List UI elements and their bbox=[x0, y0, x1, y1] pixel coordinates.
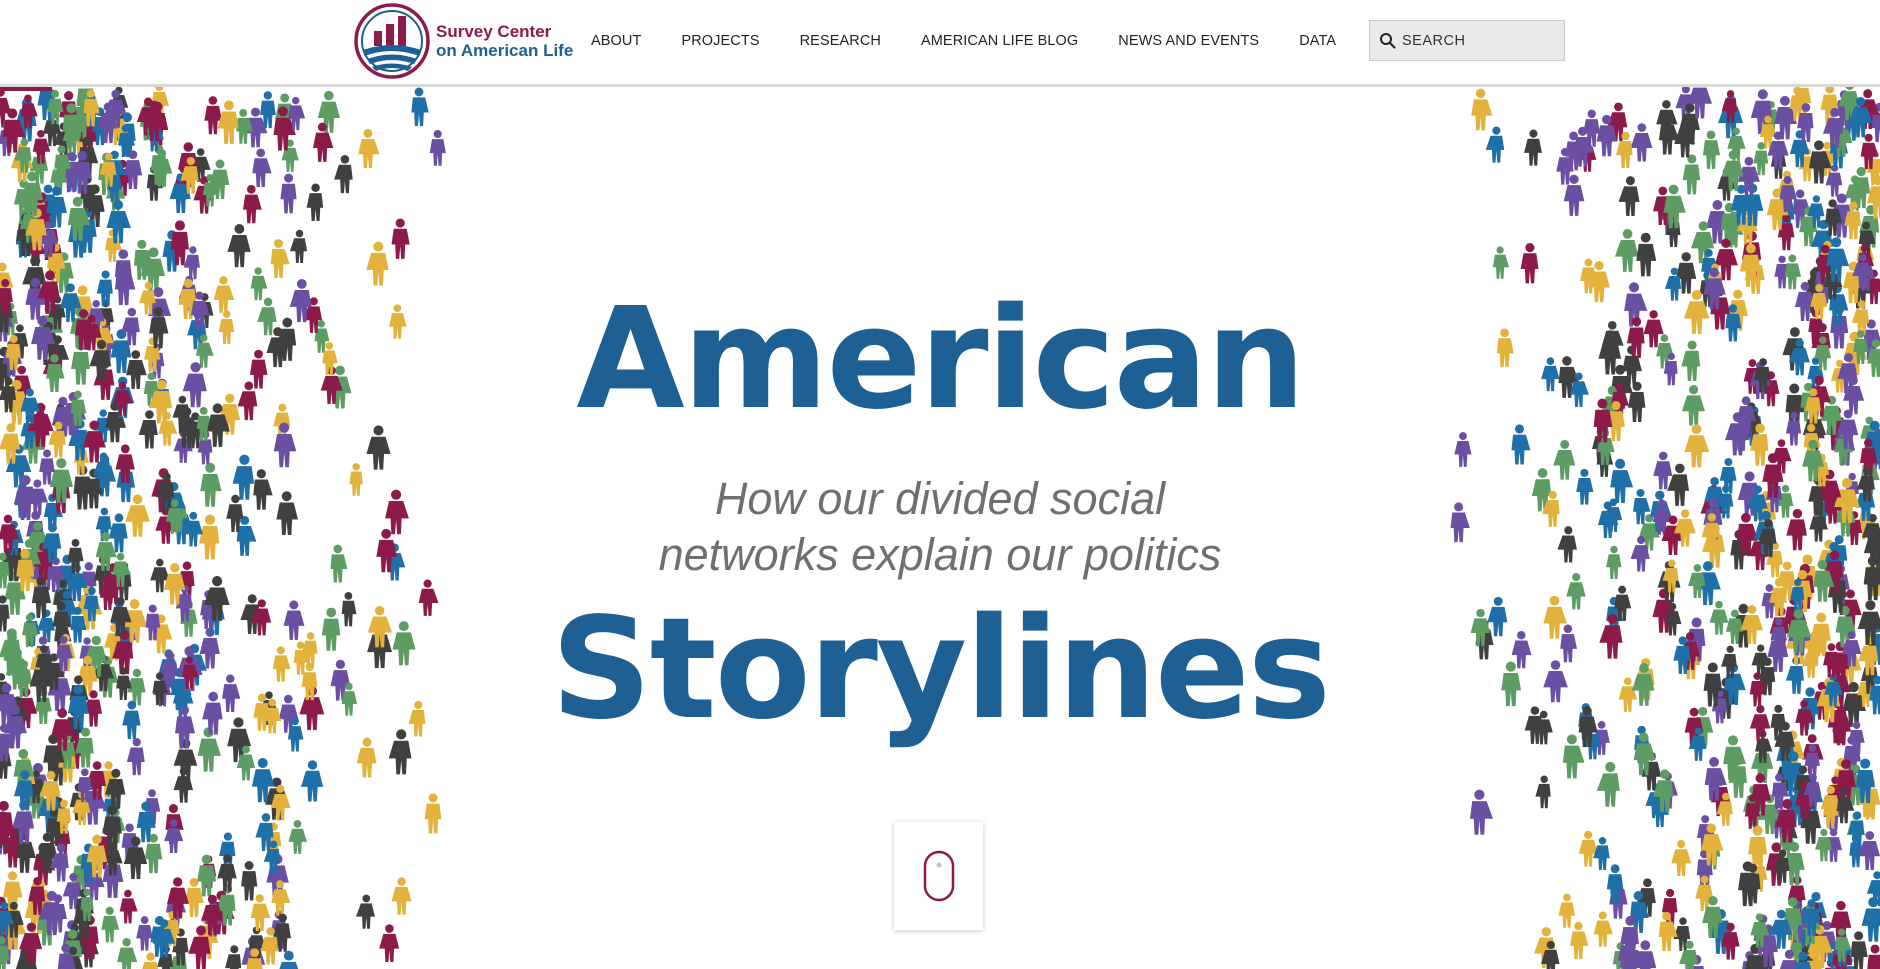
nav-item-research[interactable]: RESEARCH bbox=[800, 33, 881, 49]
hero-section: American How our divided social networks… bbox=[0, 87, 1880, 969]
site-header: Survey Center on American Life ABOUT PRO… bbox=[0, 0, 1880, 87]
scroll-progress-indicator bbox=[0, 87, 52, 91]
site-logo[interactable]: Survey Center on American Life bbox=[353, 2, 573, 80]
search-box[interactable] bbox=[1369, 20, 1565, 61]
hero-title-storylines: Storylines bbox=[550, 588, 1331, 751]
nav-item-news-and-events[interactable]: NEWS AND EVENTS bbox=[1118, 33, 1259, 49]
nav-item-data[interactable]: DATA bbox=[1299, 33, 1336, 49]
nav-item-american-life-blog[interactable]: AMERICAN LIFE BLOG bbox=[921, 33, 1078, 49]
hero-subtitle-line-1: How our divided social bbox=[714, 473, 1166, 524]
hero-title-american: American bbox=[576, 278, 1305, 441]
search-icon bbox=[1380, 33, 1396, 49]
nav-item-about[interactable]: ABOUT bbox=[591, 33, 641, 49]
nav-item-projects[interactable]: PROJECTS bbox=[681, 33, 759, 49]
logo-text: Survey Center on American Life bbox=[436, 22, 573, 60]
hero-subtitle-line-2: networks explain our politics bbox=[658, 529, 1222, 580]
main-nav: ABOUT PROJECTS RESEARCH AMERICAN LIFE BL… bbox=[591, 30, 1376, 52]
mouse-icon bbox=[923, 850, 954, 902]
logo-line-2: on American Life bbox=[436, 41, 574, 60]
logo-line-1: Survey Center bbox=[436, 22, 552, 41]
hero-subtitle: How our divided social networks explain … bbox=[0, 471, 1880, 583]
logo-chart-icon bbox=[354, 3, 430, 79]
search-input[interactable] bbox=[1402, 32, 1552, 49]
scroll-down-button[interactable] bbox=[894, 822, 983, 930]
